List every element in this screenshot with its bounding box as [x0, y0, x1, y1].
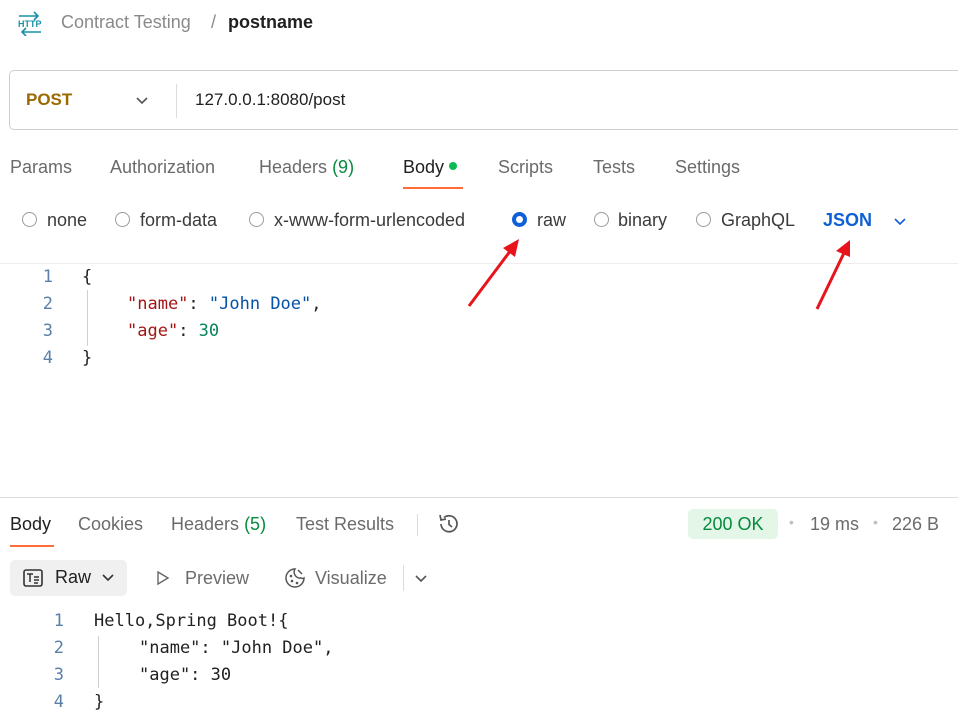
response-tab-headers[interactable]: Headers (5) [171, 514, 266, 535]
code-line[interactable]: { [82, 267, 92, 287]
line-number: 1 [42, 267, 53, 287]
tab-params[interactable]: Params [10, 157, 72, 178]
line-number: 3 [53, 665, 64, 685]
tab-headers[interactable]: Headers (9) [259, 157, 354, 178]
radio-raw[interactable] [512, 212, 527, 227]
tab-body-label: Body [403, 157, 445, 177]
divider [417, 514, 418, 536]
radio-binary-label[interactable]: binary [618, 210, 667, 231]
divider [0, 263, 958, 264]
url-divider [176, 84, 177, 118]
http-icon: HTTP [18, 11, 42, 36]
tab-scripts[interactable]: Scripts [498, 157, 553, 178]
body-indicator-dot [449, 162, 458, 171]
tab-body[interactable]: Body [403, 157, 458, 178]
code-line[interactable]: } [82, 348, 92, 368]
svg-text:HTTP: HTTP [18, 19, 42, 29]
json-number: 30 [198, 321, 220, 341]
tab-settings[interactable]: Settings [675, 157, 740, 178]
chevron-down-icon[interactable] [892, 213, 908, 229]
raw-view-label[interactable]: Raw [55, 567, 91, 588]
divider [403, 565, 404, 591]
response-time[interactable]: 19 ms [810, 514, 859, 535]
active-tab-underline [403, 187, 463, 189]
format-select[interactable]: JSON [823, 210, 872, 231]
pane-splitter[interactable] [0, 497, 958, 498]
line-number: 4 [42, 348, 53, 368]
response-headers-count: (5) [244, 514, 267, 534]
line-number: 2 [53, 638, 64, 658]
radio-binary[interactable] [594, 212, 609, 227]
breadcrumb-separator: / [211, 12, 217, 32]
request-name[interactable]: postname [228, 12, 313, 33]
response-tab-body[interactable]: Body [10, 514, 51, 535]
chevron-down-icon[interactable] [413, 570, 429, 586]
radio-graphql-label[interactable]: GraphQL [721, 210, 795, 231]
status-badge[interactable]: 200 OK [688, 509, 778, 539]
line-number: 1 [53, 611, 64, 631]
json-comma: , [311, 294, 322, 314]
response-line[interactable]: } [94, 692, 104, 712]
visualize-icon[interactable] [283, 566, 307, 590]
history-icon[interactable] [436, 511, 462, 537]
line-number: 2 [42, 294, 53, 314]
response-line[interactable]: "name": "John Doe", [139, 638, 333, 658]
chevron-down-icon[interactable] [134, 92, 150, 108]
active-tab-underline [10, 545, 54, 547]
tab-headers-label: Headers [259, 157, 328, 177]
tab-authorization[interactable]: Authorization [110, 157, 215, 178]
json-key: "age" [127, 321, 179, 341]
chevron-down-icon[interactable] [100, 569, 116, 585]
response-headers-label: Headers [171, 514, 240, 534]
separator-dot: • [789, 514, 794, 530]
url-bar [9, 70, 958, 130]
radio-urlencoded[interactable] [249, 212, 264, 227]
arrow-annotation-json [815, 240, 850, 310]
json-string: "John Doe" [208, 294, 312, 314]
json-colon: : [188, 294, 209, 314]
indent-guide [98, 636, 99, 688]
radio-none-label[interactable]: none [47, 210, 87, 231]
response-line[interactable]: Hello,Spring Boot!{ [94, 611, 288, 631]
headers-count: (9) [332, 157, 355, 177]
radio-form-data-label[interactable]: form-data [140, 210, 217, 231]
url-input[interactable]: 127.0.0.1:8080/post [195, 90, 345, 110]
tab-tests[interactable]: Tests [593, 157, 635, 178]
code-line[interactable]: "name": "John Doe", [127, 294, 322, 314]
indent-guide [87, 290, 88, 346]
radio-urlencoded-label[interactable]: x-www-form-urlencoded [274, 210, 465, 231]
radio-form-data[interactable] [115, 212, 130, 227]
play-icon[interactable] [155, 570, 171, 586]
preview-button[interactable]: Preview [185, 568, 249, 589]
arrow-annotation-raw [467, 239, 519, 307]
method-select[interactable]: POST [26, 90, 72, 110]
json-colon: : [178, 321, 199, 341]
json-key: "name" [127, 294, 189, 314]
text-document-icon [23, 569, 43, 587]
response-line[interactable]: "age": 30 [139, 665, 231, 685]
line-number: 3 [42, 321, 53, 341]
code-line[interactable]: "age": 30 [127, 321, 219, 341]
breadcrumb-collection[interactable]: Contract Testing [61, 12, 191, 33]
separator-dot: • [873, 514, 878, 530]
response-tab-cookies[interactable]: Cookies [78, 514, 143, 535]
radio-none[interactable] [22, 212, 37, 227]
response-size[interactable]: 226 B [892, 514, 939, 535]
response-tab-test-results[interactable]: Test Results [296, 514, 394, 535]
visualize-button[interactable]: Visualize [315, 568, 387, 589]
line-number: 4 [53, 692, 64, 712]
radio-raw-label[interactable]: raw [537, 210, 566, 231]
radio-graphql[interactable] [696, 212, 711, 227]
